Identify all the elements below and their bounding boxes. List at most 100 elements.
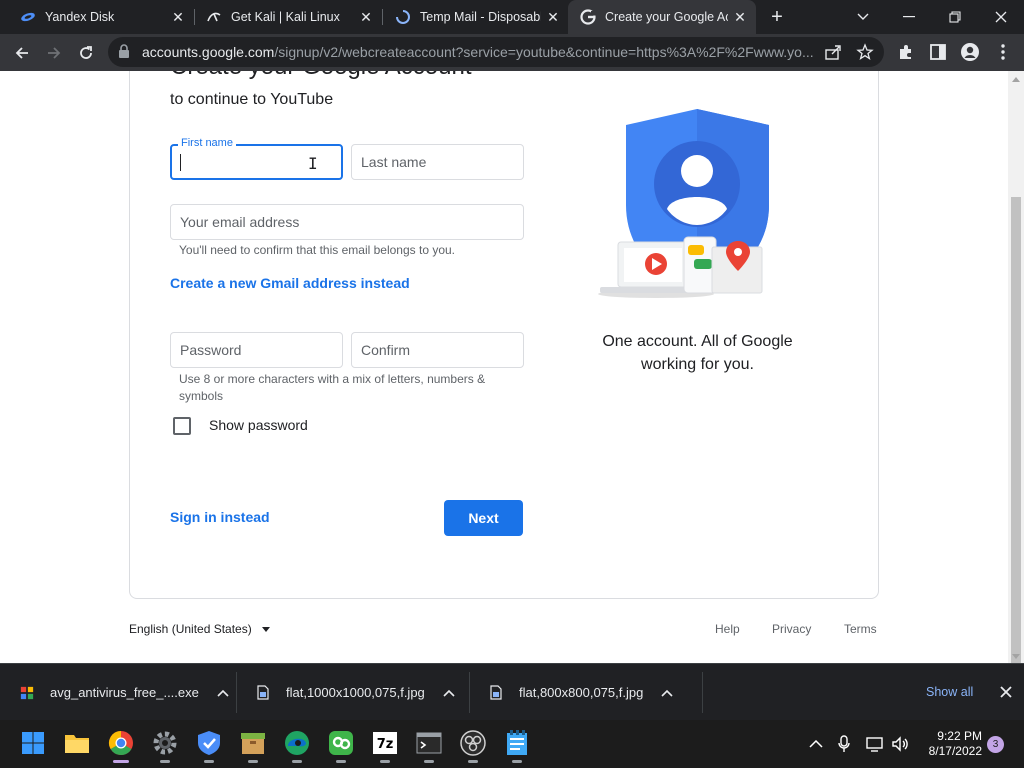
edge-browser-icon[interactable] [282,728,312,763]
download-item-flat-1000[interactable]: flat,1000x1000,075,f.jpg [256,664,455,721]
notepad-icon[interactable] [502,728,532,763]
microphone-icon[interactable] [834,734,854,754]
downloads-bar: avg_antivirus_free_....exe flat,1000x100… [0,663,1024,720]
download-item-flat-800[interactable]: flat,800x800,075,f.jpg [489,664,673,721]
chrome-icon[interactable] [106,728,136,763]
close-tab-icon[interactable]: ✕ [170,9,186,25]
scroll-up-arrow-icon[interactable] [1012,77,1020,82]
svg-text:7z: 7z [377,737,394,752]
first-name-label: First name [178,137,236,149]
google-account-shield-illustration [598,109,778,305]
page-scrollbar[interactable] [1008,71,1024,717]
close-tab-icon[interactable]: ✕ [358,9,374,25]
tab-title: Create your Google Ac [605,10,728,24]
scrollbar-thumb[interactable] [1011,197,1021,717]
vpn-shield-icon[interactable] [194,728,224,763]
email-input[interactable] [171,205,523,239]
yandex-disk-icon [20,9,36,25]
password-input[interactable] [171,333,342,367]
browser-toolbar: accounts.google.com/signup/v2/webcreatea… [0,34,1024,71]
confirm-password-field[interactable] [351,332,524,368]
tab-title: Yandex Disk [45,10,115,24]
close-window-icon[interactable] [978,0,1024,34]
close-tab-icon[interactable]: ✕ [545,9,561,25]
7zip-icon[interactable]: 7z [370,728,400,763]
text-caret [180,154,181,171]
confirm-password-input[interactable] [352,333,523,367]
chevron-up-icon[interactable] [661,687,673,699]
show-password-label[interactable]: Show password [209,417,308,433]
close-tab-icon[interactable]: ✕ [732,9,748,25]
image-file-icon [256,684,270,701]
language-label: English (United States) [129,622,252,636]
terminal-icon[interactable] [414,728,444,763]
help-link[interactable]: Help [715,622,740,636]
download-divider [236,672,237,713]
archive-box-icon[interactable] [238,728,268,763]
tagline: One account. All of Google working for y… [602,333,793,373]
running-indicator [292,760,302,763]
privacy-link[interactable]: Privacy [772,622,811,636]
download-item-avg[interactable]: avg_antivirus_free_....exe [20,664,229,721]
windows-start-icon[interactable] [18,728,48,758]
sign-in-instead-link[interactable]: Sign in instead [170,509,270,525]
tab-google-account[interactable]: Create your Google Ac ✕ [568,0,756,34]
text-cursor-ibeam-icon: I [308,154,318,173]
loading-spinner-icon [395,9,411,25]
forward-icon[interactable] [40,39,68,67]
restore-icon[interactable] [932,0,978,34]
show-all-downloads-link[interactable]: Show all [926,685,973,699]
greenshot-icon[interactable] [326,728,356,763]
running-indicator [424,760,434,763]
share-icon[interactable] [824,43,842,66]
tab-temp-mail[interactable]: Temp Mail - Disposable ✕ [375,0,569,34]
back-icon[interactable] [8,39,36,67]
first-name-field[interactable]: First name I [170,137,343,180]
address-bar[interactable]: accounts.google.com/signup/v2/webcreatea… [108,37,884,67]
file-explorer-icon[interactable] [62,728,92,758]
last-name-input[interactable] [352,145,523,179]
running-indicator [248,760,258,763]
avg-installer-icon [20,684,34,701]
settings-gear-icon[interactable] [150,728,180,763]
running-indicator [512,760,522,763]
last-name-field[interactable] [351,144,524,180]
minimize-icon[interactable] [886,0,932,34]
chevron-up-icon[interactable] [443,687,455,699]
system-clock[interactable]: 9:22 PM 8/17/2022 [918,729,982,759]
chrome-menu-icon[interactable] [993,42,1013,62]
running-indicator [160,760,170,763]
notification-badge[interactable]: 3 [987,736,1004,753]
chevron-up-icon[interactable] [217,687,229,699]
show-password-checkbox[interactable] [173,417,191,435]
new-tab-icon[interactable]: + [766,6,788,28]
close-downloads-icon[interactable] [998,684,1014,700]
volume-icon[interactable] [890,734,910,754]
tab-search-chevron-icon[interactable] [840,0,886,34]
password-hint: Use 8 or more characters with a mix of l… [179,372,486,403]
show-hidden-icons-chevron-icon[interactable] [806,734,826,754]
scroll-down-arrow-icon[interactable] [1012,654,1020,659]
download-divider [469,672,470,713]
network-icon[interactable] [865,734,885,754]
obs-studio-icon[interactable] [458,728,488,763]
profile-avatar-icon[interactable] [960,42,980,62]
bookmark-star-icon[interactable] [856,43,874,66]
password-field[interactable] [170,332,343,368]
side-panel-icon[interactable] [928,42,948,62]
tab-kali-linux[interactable]: Get Kali | Kali Linux ✕ [186,0,382,34]
tab-yandex-disk[interactable]: Yandex Disk ✕ [0,0,194,34]
language-selector[interactable]: English (United States) [129,622,270,636]
lock-icon[interactable] [118,44,130,64]
running-indicator [380,760,390,763]
tab-title: Get Kali | Kali Linux [231,10,340,24]
terms-link[interactable]: Terms [844,622,877,636]
reload-icon[interactable] [72,39,100,67]
next-button[interactable]: Next [444,500,523,536]
extensions-puzzle-icon[interactable] [896,42,916,62]
url-text: accounts.google.com/signup/v2/webcreatea… [142,44,814,60]
email-field[interactable] [170,204,524,240]
download-filename: flat,800x800,075,f.jpg [519,685,644,700]
clock-time: 9:22 PM [937,729,982,743]
create-gmail-link[interactable]: Create a new Gmail address instead [170,275,410,291]
